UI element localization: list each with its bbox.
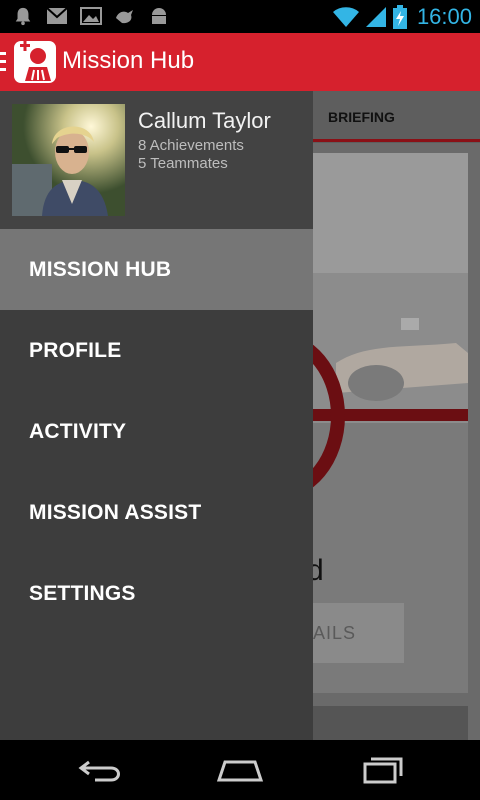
tab-indicator: [313, 139, 480, 142]
drawer-item-mission-assist[interactable]: MISSION ASSIST: [0, 472, 313, 553]
avatar: [12, 104, 125, 216]
achievements-count: 8 Achievements: [138, 137, 244, 154]
app-title: Mission Hub: [62, 47, 195, 74]
drawer-item-settings[interactable]: SETTINGS: [0, 553, 313, 634]
clock: 16:00: [416, 4, 472, 29]
drawer-indicator-icon[interactable]: [0, 52, 6, 72]
recent-apps-icon[interactable]: [355, 754, 405, 786]
drawer-item-label: MISSION ASSIST: [29, 500, 202, 524]
battery-charging-icon: [392, 5, 407, 29]
wifi-icon: [332, 7, 359, 27]
drawer-item-label: MISSION HUB: [29, 257, 172, 281]
drawer-item-profile[interactable]: PROFILE: [0, 310, 313, 391]
gallery-icon: [80, 7, 102, 25]
drawer-item-label: SETTINGS: [29, 581, 136, 605]
navigation-drawer: Callum Taylor 8 Achievements 5 Teammates…: [0, 91, 313, 740]
drawer-menu: MISSION HUB PROFILE ACTIVITY MISSION ASS…: [0, 229, 313, 634]
home-icon[interactable]: [215, 754, 265, 786]
bird-icon: [116, 10, 133, 24]
app-logo-icon[interactable]: [14, 41, 56, 83]
back-icon[interactable]: [75, 754, 125, 786]
profile-name: Callum Taylor: [138, 108, 271, 133]
next-card-photo: [296, 706, 468, 740]
drawer-item-mission-hub[interactable]: MISSION HUB: [0, 229, 313, 310]
notification-bell-icon: [15, 7, 31, 26]
details-button-label: AILS: [313, 623, 357, 643]
system-nav-bar: [0, 740, 480, 800]
drawer-item-activity[interactable]: ACTIVITY: [0, 391, 313, 472]
profile-header[interactable]: Callum Taylor 8 Achievements 5 Teammates: [0, 91, 313, 229]
tab-briefing[interactable]: BRIEFING: [328, 109, 395, 125]
android-icon: [152, 8, 166, 24]
drawer-item-label: PROFILE: [29, 338, 122, 362]
signal-icon: [365, 7, 386, 27]
teammates-count: 5 Teammates: [138, 155, 228, 172]
drawer-item-label: ACTIVITY: [29, 419, 127, 443]
gmail-icon: [46, 7, 68, 24]
status-bar: 16:00: [0, 0, 480, 33]
action-bar: Mission Hub: [0, 33, 480, 91]
